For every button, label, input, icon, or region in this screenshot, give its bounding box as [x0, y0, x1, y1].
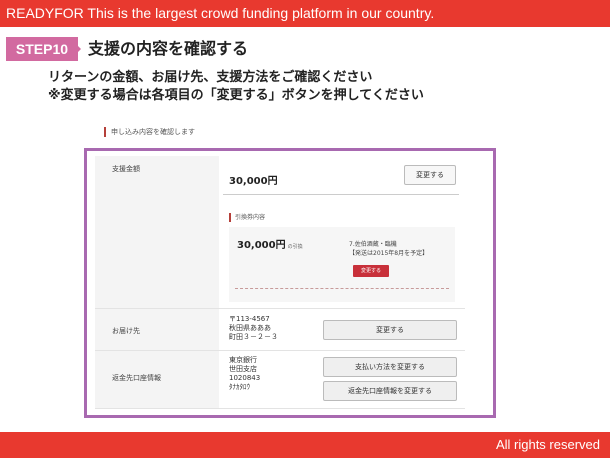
support-amount-row: 支援金額 30,000円 変更する 引換券内容 30,000円 の引換 7.佐伯酒… — [95, 156, 465, 309]
row-label-cell: 支援金額 — [95, 156, 219, 308]
reward-section-label: 引換券内容 — [229, 213, 265, 222]
bank-line: 1020843 — [229, 374, 261, 382]
bank-line: 世田支店 — [229, 365, 257, 373]
section-heading: 申し込み内容を確認します — [104, 127, 195, 137]
confirmation-screenshot-frame: 支援金額 30,000円 変更する 引換券内容 30,000円 の引換 7.佐伯酒… — [84, 148, 496, 418]
bank-line: ﾀﾅｶﾀﾛｳ — [229, 383, 250, 391]
reward-amount-suffix: の引換 — [287, 244, 303, 250]
address-line: 〒113-4567 — [229, 315, 270, 323]
row-label-cell: 返金先口座情報 — [95, 351, 219, 408]
instruction-line-2: ※変更する場合は各項目の「変更する」ボタンを押してください — [48, 88, 424, 103]
support-amount-label: 支援金額 — [112, 165, 140, 173]
confirmation-table: 支援金額 30,000円 変更する 引換券内容 30,000円 の引換 7.佐伯酒… — [95, 156, 465, 410]
address-line: 町田３－２－３ — [229, 333, 278, 341]
change-payment-button[interactable]: 支払い方法を変更する — [323, 357, 457, 377]
step-badge: STEP10 — [6, 37, 78, 61]
instruction-line-1: リターンの金額、お届け先、支援方法をご確認ください — [48, 70, 373, 85]
reward-amount-value: 30,000円 — [237, 240, 286, 251]
step-arrow-icon — [73, 41, 81, 57]
support-amount-value: 30,000円 — [229, 176, 278, 187]
delivery-label: お届け先 — [112, 327, 140, 335]
reward-card: 30,000円 の引換 7.佐伯酒蔵・臨機 【発送は2015年8月を予定】 変更す… — [229, 227, 455, 302]
dashed-divider — [235, 288, 449, 289]
reward-amount: 30,000円 の引換 — [237, 236, 303, 251]
header-banner: READYFOR This is the largest crowd fundi… — [0, 0, 610, 27]
change-reward-button[interactable]: 変更する — [353, 265, 389, 277]
bank-row: 返金先口座情報 東京銀行 世田支店 1020843 ﾀﾅｶﾀﾛｳ 支払い方法を変… — [95, 351, 465, 409]
bank-label: 返金先口座情報 — [112, 374, 161, 382]
change-amount-button[interactable]: 変更する — [404, 165, 456, 185]
address-line: 秋田県あああ — [229, 324, 271, 332]
step-title: 支援の内容を確認する — [88, 39, 249, 58]
divider — [223, 194, 459, 195]
footer-banner: All rights reserved — [0, 432, 610, 458]
delivery-address: 〒113-4567 秋田県あああ 町田３－２－３ — [229, 315, 278, 342]
change-bank-button[interactable]: 返金先口座情報を変更する — [323, 381, 457, 401]
reward-ship-date: 【発送は2015年8月を予定】 — [349, 250, 429, 257]
delivery-row: お届け先 〒113-4567 秋田県あああ 町田３－２－３ 変更する — [95, 309, 465, 351]
bank-details: 東京銀行 世田支店 1020843 ﾀﾅｶﾀﾛｳ — [229, 356, 260, 392]
bank-line: 東京銀行 — [229, 356, 257, 364]
reward-name: 7.佐伯酒蔵・臨機 — [349, 241, 397, 248]
change-delivery-button[interactable]: 変更する — [323, 320, 457, 340]
row-label-cell: お届け先 — [95, 309, 219, 350]
